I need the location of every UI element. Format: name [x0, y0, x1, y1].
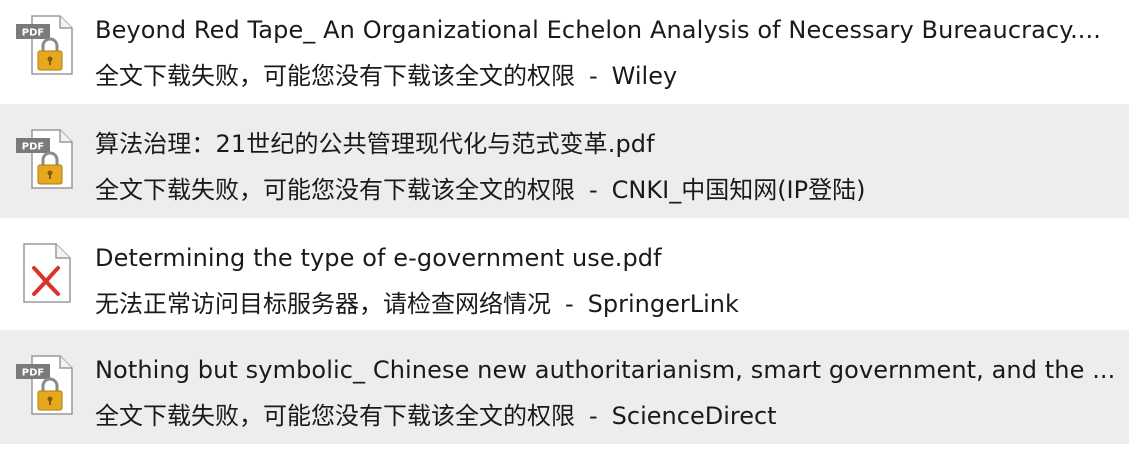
list-item[interactable]: PDF Beyond Red Tape_ An Organizational E…	[0, 0, 1129, 104]
error-file-icon	[23, 243, 71, 303]
list-item[interactable]: Determining the type of e-government use…	[0, 218, 1129, 330]
result-source: SpringerLink	[587, 290, 739, 318]
result-status-line: 全文下载失败，可能您没有下载该全文的权限 - Wiley	[95, 61, 1123, 91]
result-status-line: 全文下载失败，可能您没有下载该全文的权限 - ScienceDirect	[95, 401, 1123, 431]
separator: -	[589, 176, 598, 204]
result-source: CNKI_中国知网(IP登陆)	[611, 176, 866, 204]
locked-pdf-icon: PDF	[16, 15, 73, 75]
result-title: Determining the type of e-government use…	[95, 244, 662, 272]
svg-text:PDF: PDF	[22, 28, 44, 39]
locked-pdf-icon: PDF	[16, 129, 73, 189]
locked-pdf-icon: PDF	[16, 355, 73, 415]
result-title: Beyond Red Tape_ An Organizational Echel…	[95, 16, 1101, 44]
result-status-line: 全文下载失败，可能您没有下载该全文的权限 - CNKI_中国知网(IP登陆)	[95, 175, 1123, 205]
list-item[interactable]: PDF 算法治理：21世纪的公共管理现代化与范式变革.pdf 全文下载失败，可能…	[0, 104, 1129, 218]
svg-text:PDF: PDF	[22, 142, 44, 153]
result-source: Wiley	[611, 62, 678, 90]
result-title: 算法治理：21世纪的公共管理现代化与范式变革.pdf	[95, 130, 655, 158]
result-title: Nothing but symbolic_ Chinese new author…	[95, 356, 1116, 384]
list-item[interactable]: PDF Nothing but symbolic_ Chinese new au…	[0, 330, 1129, 444]
result-status: 全文下载失败，可能您没有下载该全文的权限	[95, 402, 575, 430]
result-source: ScienceDirect	[611, 402, 777, 430]
result-status: 无法正常访问目标服务器，请检查网络情况	[95, 290, 551, 318]
result-status: 全文下载失败，可能您没有下载该全文的权限	[95, 176, 575, 204]
svg-text:PDF: PDF	[22, 368, 44, 379]
download-results-list: PDF Beyond Red Tape_ An Organizational E…	[0, 0, 1129, 469]
separator: -	[589, 402, 598, 430]
result-status: 全文下载失败，可能您没有下载该全文的权限	[95, 62, 575, 90]
result-status-line: 无法正常访问目标服务器，请检查网络情况 - SpringerLink	[95, 289, 1123, 319]
separator: -	[565, 290, 574, 318]
separator: -	[589, 62, 598, 90]
